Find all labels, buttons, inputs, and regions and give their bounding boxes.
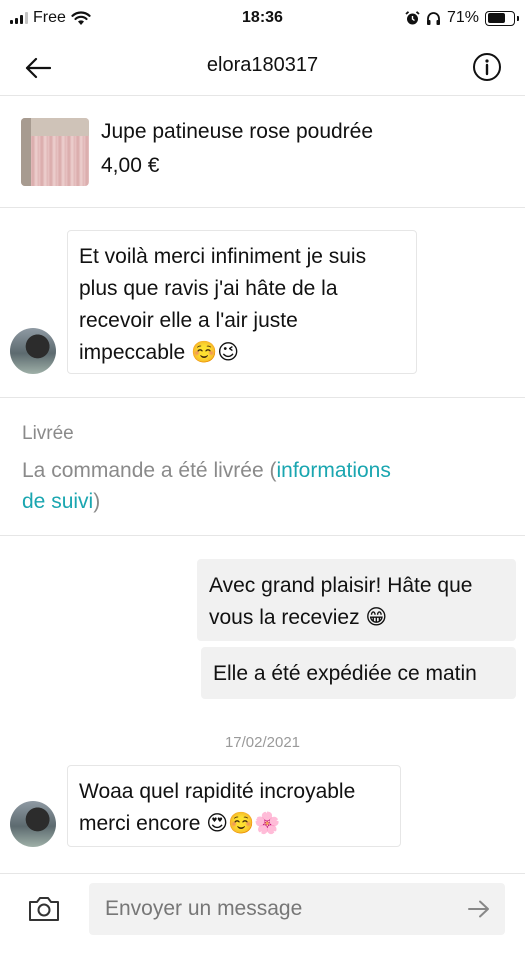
divider [0,535,525,536]
avatar[interactable] [10,328,56,374]
message-line: Et voilà merci infiniment je suis [79,245,367,268]
message-input-placeholder: Envoyer un message [105,897,303,920]
alarm-icon [405,10,420,24]
battery-percent: 71% [446,9,479,26]
conversation-header: elora180317 [0,40,525,96]
message-line: Avec grand plaisir! Hâte que [209,574,473,597]
message-bubble-outgoing: Elle a été expédiée ce matin [201,647,516,699]
item-price: 4,00 € [101,154,160,177]
arrow-right-icon [468,900,489,918]
order-status-title: Livrée [22,423,74,444]
camera-icon [29,897,59,921]
headphones-icon [426,11,440,25]
avatar[interactable] [10,801,56,847]
message-line: Woaa quel rapidité incroyable [79,780,356,803]
status-bar: Free 18:36 71% [0,0,525,40]
tracking-info-link-cont[interactable]: de suivi [22,490,93,513]
info-button[interactable] [471,51,503,83]
message-bubble-incoming: Et voilà merci infiniment je suis plus q… [67,230,417,374]
item-summary[interactable]: Jupe patineuse rose poudrée 4,00 € [0,96,525,208]
conversation-title[interactable]: elora180317 [0,54,525,77]
item-thumbnail[interactable] [21,118,89,186]
message-bubble-outgoing: Avec grand plaisir! Hâte que vous la rec… [197,559,516,641]
order-status-text: La commande a été livrée (informations de… [22,455,462,517]
order-status-suffix: ) [93,490,101,513]
order-status-prefix: La commande a été livrée ( [22,459,277,482]
info-icon [473,53,501,81]
battery-icon [485,10,519,26]
message-line: impeccable ☺️😉 [79,341,240,364]
message-bubble-incoming: Woaa quel rapidité incroyable merci enco… [67,765,401,847]
message-line: merci encore 😍☺️🌸 [79,812,281,835]
message-line: Elle a été expédiée ce matin [213,662,477,685]
message-composer: Envoyer un message [0,873,525,967]
item-title: Jupe patineuse rose poudrée [101,120,374,143]
battery-fill [487,13,506,23]
message-line: vous la receviez 😁 [209,606,388,629]
tracking-info-link[interactable]: informations [276,459,390,482]
camera-button[interactable] [26,893,62,925]
date-separator: 17/02/2021 [224,734,301,751]
message-line: plus que ravis j'ai hâte de la [79,277,338,300]
message-line: recevoir elle a l'air juste [79,309,298,332]
divider [0,397,525,398]
status-right: 71% [405,9,519,27]
send-button[interactable] [465,896,493,922]
message-input[interactable]: Envoyer un message [89,883,505,935]
